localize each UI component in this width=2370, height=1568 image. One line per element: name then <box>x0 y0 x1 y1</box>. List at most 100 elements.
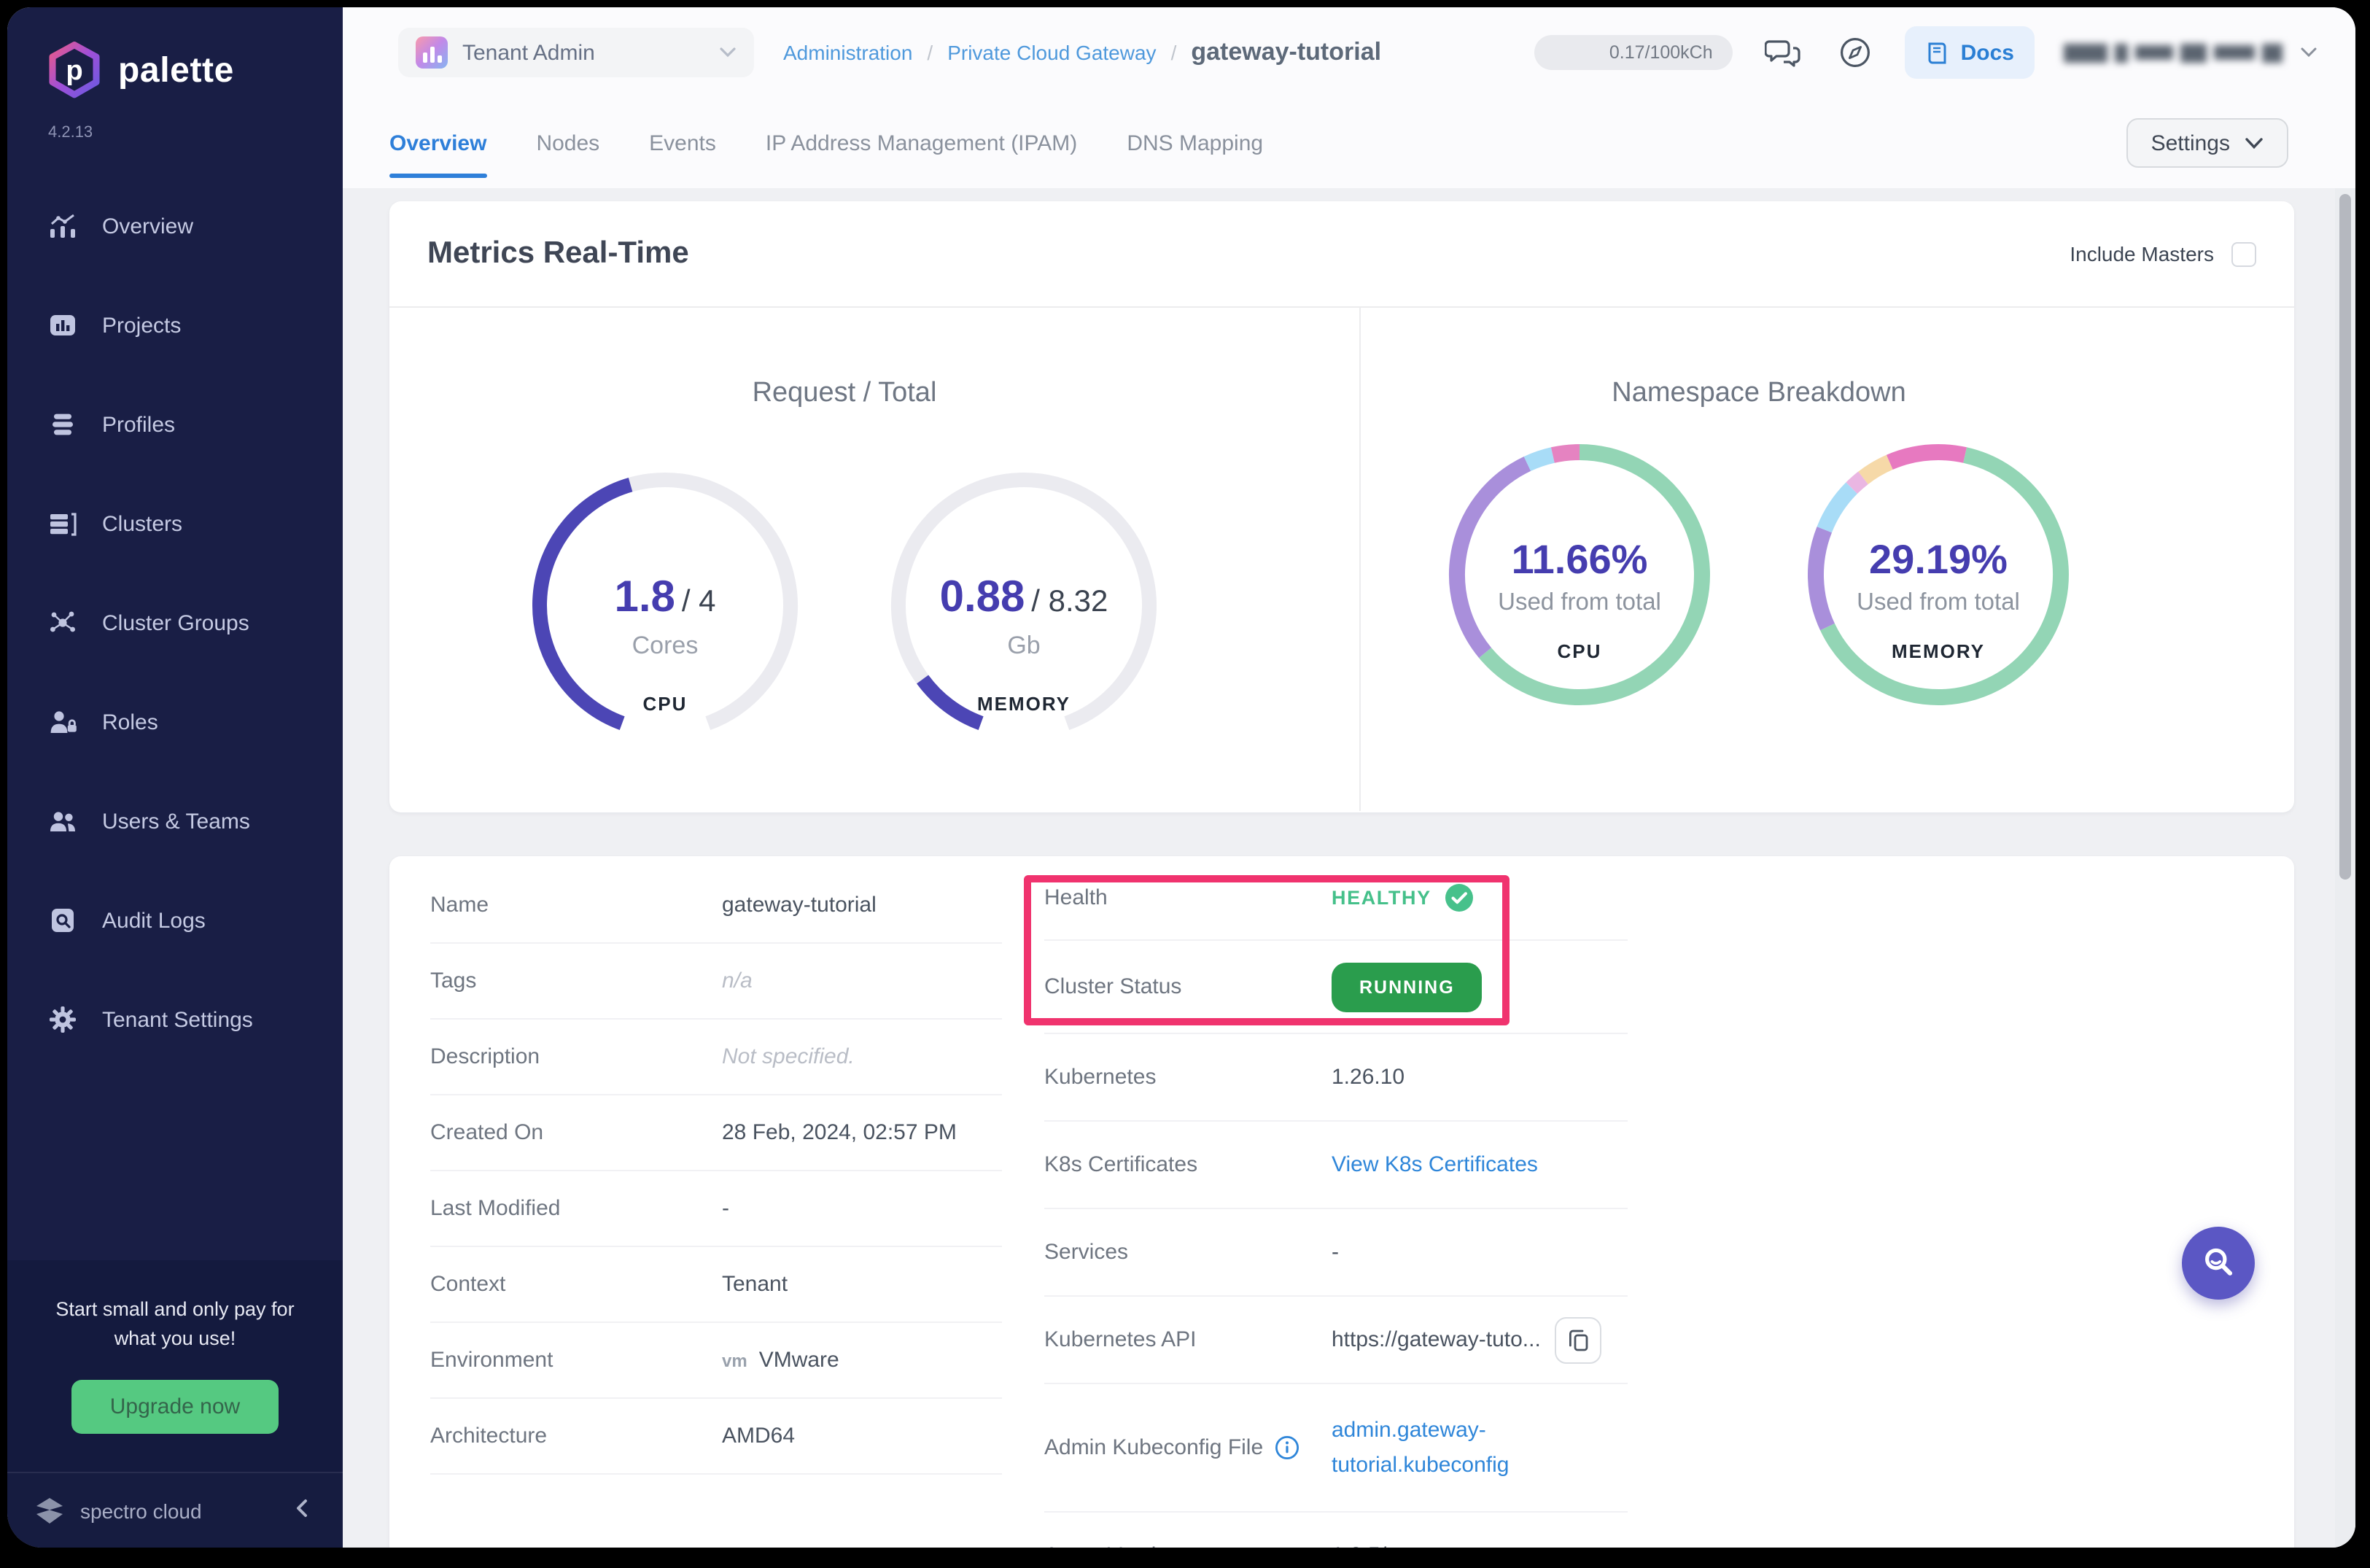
detail-row-name: Name gateway-tutorial <box>430 868 1002 944</box>
detail-row-context: Context Tenant <box>430 1247 1002 1323</box>
row-label: Last Modified <box>430 1196 561 1221</box>
row-label: Architecture <box>430 1424 548 1448</box>
upgrade-promo: Start small and only pay for what you us… <box>7 1260 343 1472</box>
tenant-admin-icon <box>416 36 448 69</box>
row-value: 1.26.10 <box>1332 1065 1405 1090</box>
docs-button[interactable]: Docs <box>1905 26 2035 79</box>
metrics-body: Request / Total Namespace Breakdown 1.8 … <box>389 308 2294 811</box>
memory-namespace-donut-value: 29.19% Used from total MEMORY <box>1857 537 2020 662</box>
metrics-title: Metrics Real-Time <box>427 236 689 270</box>
breadcrumb-administration[interactable]: Administration <box>783 41 912 64</box>
topbar: Tenant Admin Administration / Private Cl… <box>343 7 2355 98</box>
breadcrumb-current-gateway-tutorial: gateway-tutorial <box>1191 38 1382 66</box>
search-icon <box>2205 1248 2233 1276</box>
sidebar-collapse-button[interactable] <box>287 1492 316 1529</box>
row-value: Tenant <box>722 1272 788 1297</box>
scrollbar[interactable] <box>2335 188 2355 1548</box>
kubeconfig-link[interactable]: admin.gateway-tutorial.kubeconfig <box>1332 1414 1553 1482</box>
sidebar-item-clusters[interactable]: Clusters <box>7 489 343 559</box>
cpu-request-gauge-value: 1.8 / 4 Cores CPU <box>614 573 716 715</box>
row-label: Health <box>1044 885 1108 910</box>
tabs: Overview Nodes Events IP Address Management… <box>389 98 1313 188</box>
logo: p palette <box>7 7 343 104</box>
upgrade-now-button[interactable]: Upgrade now <box>71 1380 279 1434</box>
app-window: p palette 4.2.13 Overview Projects Profile… <box>7 7 2355 1548</box>
tab-ip-address-management-ipam[interactable]: IP Address Management (IPAM) <box>766 98 1077 188</box>
detail-row-admin-kubeconfig-file: Admin Kubeconfig File admin.gateway-tutor… <box>1044 1384 1628 1513</box>
row-link[interactable]: View K8s Certificates <box>1332 1152 1538 1177</box>
user-name-redacted <box>2064 43 2282 62</box>
panel-divider <box>1359 308 1361 811</box>
docs-button-label: Docs <box>1960 40 2014 65</box>
profiles-icon <box>48 410 77 439</box>
sidebar-item-roles[interactable]: Roles <box>7 687 343 757</box>
chat-bubbles-icon <box>1765 40 1801 67</box>
clusters-icon <box>48 509 77 538</box>
sidebar-item-audit-logs[interactable]: Audit Logs <box>7 885 343 955</box>
row-value: AMD64 <box>722 1424 796 1448</box>
row-label: Tags <box>430 969 477 993</box>
check-circle-icon <box>1445 884 1474 912</box>
compass-icon <box>1841 38 1870 67</box>
app-version: 4.2.13 <box>48 124 93 141</box>
sidebar-item-tenant-settings[interactable]: Tenant Settings <box>7 985 343 1055</box>
sidebar-item-overview[interactable]: Overview <box>7 191 343 261</box>
feedback-button[interactable] <box>1763 32 1806 73</box>
page-content: Metrics Real-Time Include Masters Reques… <box>343 188 2355 1548</box>
row-label: Created On <box>430 1120 544 1145</box>
audit-logs-icon <box>48 906 77 935</box>
sidebar-footer: spectro cloud <box>7 1472 343 1548</box>
detail-row-kubernetes: Kubernetes 1.26.10 <box>1044 1034 1628 1122</box>
cluster-groups-icon <box>48 608 77 637</box>
detail-row-cluster-status: Cluster Status RUNNING <box>1044 941 1628 1034</box>
sidebar-item-label: Audit Logs <box>102 908 206 933</box>
metrics-card-header: Metrics Real-Time Include Masters <box>389 201 2294 308</box>
detail-row-agent-version: Agent Version1.0.5/... <box>1044 1513 1628 1548</box>
row-value: - <box>722 1196 729 1221</box>
scope-selector[interactable]: Tenant Admin <box>398 28 754 77</box>
include-masters-label: Include Masters <box>2070 242 2214 265</box>
sidebar-item-label: Overview <box>102 214 194 238</box>
copy-button[interactable] <box>1555 1316 1602 1363</box>
sidebar-item-label: Cluster Groups <box>102 610 249 635</box>
sidebar-nav: Overview Projects Profiles Clusters Cluster … <box>7 191 343 1055</box>
search-fab-button[interactable] <box>2182 1227 2255 1300</box>
row-value: n/a <box>722 969 753 993</box>
explore-button[interactable] <box>1835 32 1876 73</box>
settings-button-label: Settings <box>2151 131 2230 155</box>
row-label: Kubernetes <box>1044 1065 1157 1090</box>
include-masters-checkbox[interactable] <box>2231 241 2256 266</box>
sidebar-item-projects[interactable]: Projects <box>7 290 343 360</box>
scrollbar-thumb[interactable] <box>2339 194 2351 880</box>
user-menu[interactable] <box>2064 43 2317 62</box>
row-label: Kubernetes API <box>1044 1327 1197 1352</box>
tab-dns-mapping[interactable]: DNS Mapping <box>1127 98 1263 188</box>
cpu-namespace-donut-value: 11.66% Used from total CPU <box>1498 537 1661 662</box>
sidebar-item-label: Users & Teams <box>102 809 250 834</box>
sidebar-item-users-teams[interactable]: Users & Teams <box>7 786 343 856</box>
sidebar-item-cluster-groups[interactable]: Cluster Groups <box>7 588 343 658</box>
sidebar-item-label: Clusters <box>102 511 183 536</box>
chevron-down-icon <box>2245 137 2263 149</box>
scope-selector-label: Tenant Admin <box>462 40 595 65</box>
vmware-icon: vm <box>722 1350 747 1370</box>
tab-events[interactable]: Events <box>649 98 716 188</box>
sidebar-item-label: Roles <box>102 710 158 734</box>
row-label: Cluster Status <box>1044 974 1182 999</box>
kubernetes-api-value: https://gateway-tuto... <box>1332 1316 1602 1363</box>
detail-row-tags: Tags n/a <box>430 944 1002 1020</box>
tab-nodes[interactable]: Nodes <box>536 98 599 188</box>
detail-row-health: Health HEALTHY <box>1044 856 1628 941</box>
breadcrumb-private-cloud-gateway[interactable]: Private Cloud Gateway <box>947 41 1156 64</box>
settings-button[interactable]: Settings <box>2126 118 2288 168</box>
row-value: 1.0.5/... <box>1332 1543 1404 1548</box>
info-icon[interactable] <box>1275 1435 1299 1460</box>
namespace-breakdown-title: Namespace Breakdown <box>1612 378 1906 408</box>
detail-row-last-modified: Last Modified - <box>430 1171 1002 1247</box>
chevron-left-icon <box>297 1499 307 1517</box>
detail-row-environment: Environment vm VMware <box>430 1323 1002 1399</box>
sidebar-item-profiles[interactable]: Profiles <box>7 389 343 459</box>
palette-logo-icon: p <box>49 42 100 98</box>
tab-overview[interactable]: Overview <box>389 98 486 188</box>
memory-request-gauge-value: 0.88 / 8.32 Gb MEMORY <box>939 573 1108 715</box>
